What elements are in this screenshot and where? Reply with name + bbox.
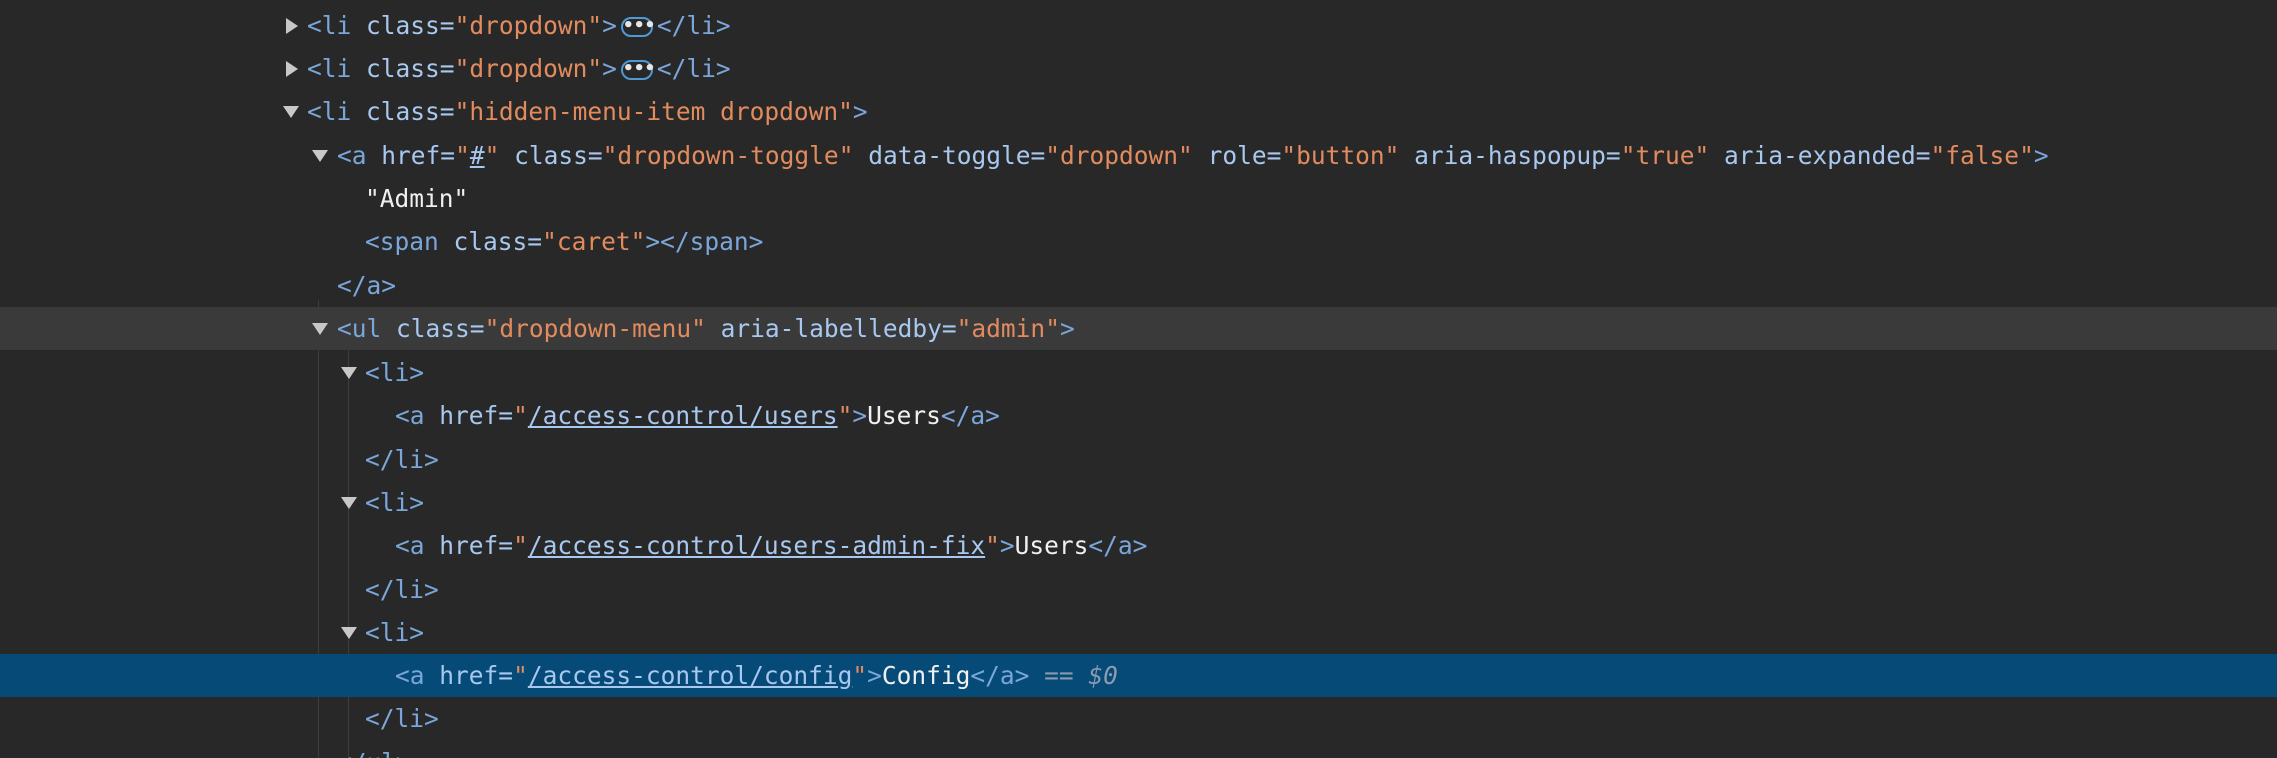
dom-node-li-close[interactable]: </li> — [0, 697, 2277, 740]
dom-node-a-config-selected[interactable]: <a href="/access-control/config">Config<… — [0, 654, 2277, 697]
dom-node-li-dropdown[interactable]: <li class="dropdown"> •••</li> — [0, 4, 2277, 47]
dom-node-ul-dropdown-menu[interactable]: <ul class="dropdown-menu" aria-labelledb… — [0, 307, 2277, 350]
attr-name: href — [439, 661, 499, 690]
attr-value: hidden-menu-item dropdown — [469, 97, 839, 126]
dom-node-li-dropdown[interactable]: <li class="dropdown"> •••</li> — [0, 47, 2277, 90]
link-text: Users — [867, 401, 941, 430]
collapse-triangle-icon[interactable] — [312, 323, 328, 335]
attr-value: dropdown — [1060, 141, 1179, 170]
tag-close: </a> — [940, 401, 1000, 430]
collapse-triangle-icon[interactable] — [341, 367, 357, 379]
expand-triangle-icon[interactable] — [286, 18, 298, 34]
dom-node-li[interactable]: <li> — [0, 351, 2277, 394]
tag-open: <ul — [337, 314, 382, 343]
attr-name: href — [439, 531, 499, 560]
tag-close: </li> — [365, 575, 439, 604]
attr-value: dropdown-toggle — [617, 141, 839, 170]
tag-close: </ul> — [337, 741, 411, 758]
text-node-admin: "Admin" — [365, 184, 469, 213]
attr-name: aria-labelledby — [720, 314, 942, 343]
dom-text-node[interactable]: "Admin" — [0, 177, 2277, 220]
tag-close: </a> — [337, 271, 397, 300]
tag-close: </li> — [656, 11, 731, 40]
attr-value: admin — [971, 314, 1046, 343]
dom-node-span-caret[interactable]: <span class="caret"></span> — [0, 220, 2277, 263]
attr-name: class — [366, 11, 440, 40]
tag-open: <li — [307, 97, 352, 126]
tag-open: <li> — [365, 618, 425, 647]
tag-open: <a — [337, 141, 367, 170]
tag-close: </li> — [656, 54, 731, 83]
attr-name: href — [381, 141, 441, 170]
attr-value: caret — [556, 227, 631, 256]
tag-close: </a> — [1088, 531, 1148, 560]
dom-node-a-dropdown-toggle[interactable]: <a href="#" class="dropdown-toggle" data… — [0, 134, 2277, 177]
link-text: Config — [881, 661, 971, 690]
tag-open: <li> — [365, 358, 425, 387]
tag-open: <span — [365, 227, 439, 256]
collapse-triangle-icon[interactable] — [312, 150, 328, 162]
tag-open: <a — [395, 661, 425, 690]
href-link[interactable]: /access-control/users — [528, 401, 838, 430]
link-text: Users — [1014, 531, 1089, 560]
href-link[interactable]: /access-control/config — [528, 661, 853, 690]
dom-node-a-close[interactable]: </a> — [0, 264, 2277, 307]
dom-node-li[interactable]: <li> — [0, 611, 2277, 654]
tag-close: </li> — [365, 445, 439, 474]
attr-name: class — [366, 54, 440, 83]
expand-triangle-icon[interactable] — [286, 61, 298, 77]
attr-value: dropdown — [469, 54, 588, 83]
collapse-triangle-icon[interactable] — [341, 627, 357, 639]
tag-close: ></span> — [645, 227, 764, 256]
attr-name: class — [396, 314, 470, 343]
attr-name: href — [439, 401, 499, 430]
attr-value: true — [1635, 141, 1695, 170]
collapse-triangle-icon[interactable] — [283, 106, 299, 118]
attr-name: data-toggle — [868, 141, 1031, 170]
href-link[interactable]: # — [470, 141, 485, 170]
attr-value: button — [1296, 141, 1385, 170]
dom-node-li-hidden-menu-item[interactable]: <li class="hidden-menu-item dropdown"> — [0, 90, 2277, 133]
attr-name: aria-haspopup — [1414, 141, 1606, 170]
dom-node-li[interactable]: <li> — [0, 481, 2277, 524]
dom-node-li-close[interactable]: </li> — [0, 568, 2277, 611]
tag-open: <li — [307, 54, 352, 83]
tag-open: <li> — [365, 488, 425, 517]
dom-node-ul-close[interactable]: </ul> — [0, 741, 2277, 758]
ellipsis-icon[interactable]: ••• — [620, 60, 655, 80]
attr-value: false — [1945, 141, 2020, 170]
attr-value: dropdown — [469, 11, 588, 40]
ellipsis-icon[interactable]: ••• — [620, 17, 655, 37]
tag-open: <li — [307, 11, 352, 40]
tag-open: <a — [395, 531, 425, 560]
attr-name: aria-expanded — [1724, 141, 1916, 170]
attr-value: dropdown-menu — [499, 314, 692, 343]
attr-name: class — [453, 227, 528, 256]
tag-open: <a — [395, 401, 425, 430]
href-link[interactable]: /access-control/users-admin-fix — [528, 531, 985, 560]
dom-node-a-users[interactable]: <a href="/access-control/users">Users</a… — [0, 394, 2277, 437]
tag-close: </li> — [365, 704, 439, 733]
dom-node-a-users-admin-fix[interactable]: <a href="/access-control/users-admin-fix… — [0, 524, 2277, 567]
attr-name: role — [1207, 141, 1267, 170]
console-reference-marker: == $0 — [1044, 661, 1118, 690]
attr-name: class — [514, 141, 588, 170]
tag-close: </a> — [970, 661, 1030, 690]
collapse-triangle-icon[interactable] — [341, 497, 357, 509]
dom-node-li-close[interactable]: </li> — [0, 438, 2277, 481]
attr-name: class — [366, 97, 440, 126]
